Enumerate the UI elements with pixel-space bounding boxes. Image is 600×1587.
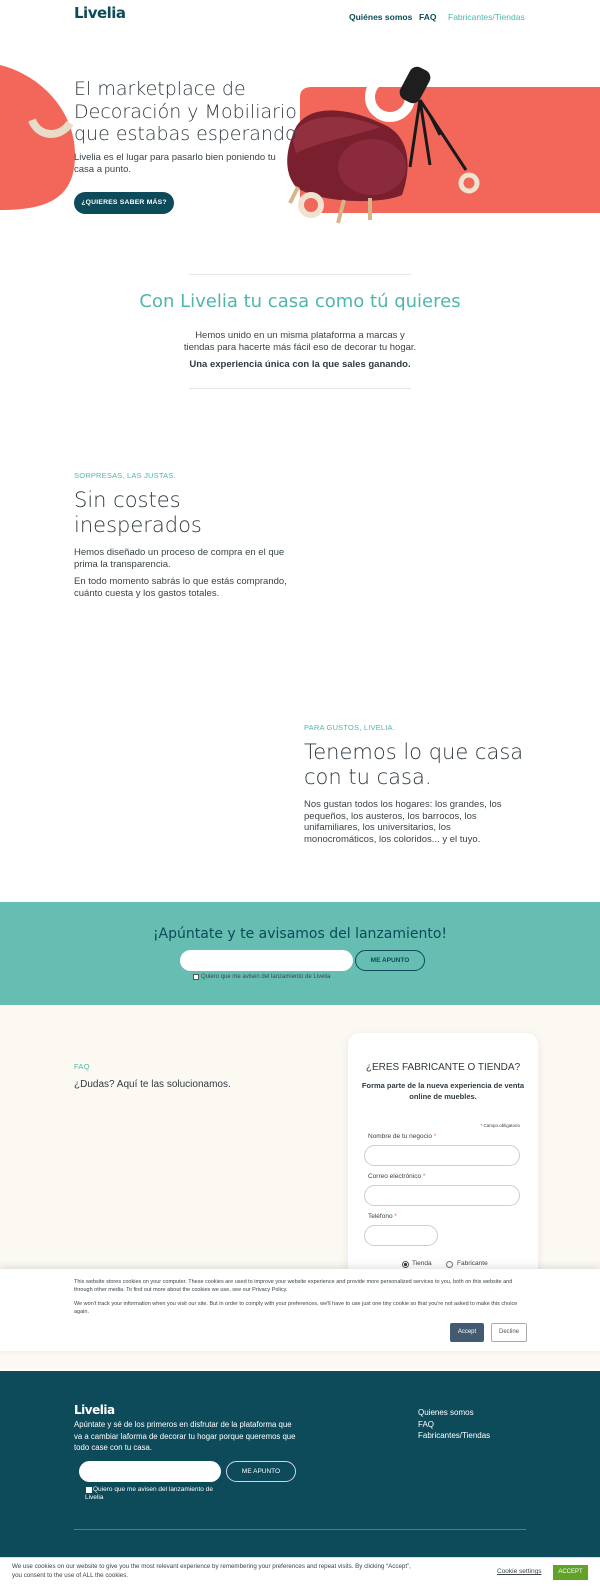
form-required-note: * Campo obligatorio [480,1123,520,1128]
feature1-paragraph-1: Hemos diseñado un proceso de compra en e… [74,547,285,570]
footer-text: Apúntate y sé de los primeros en disfrut… [74,1420,296,1452]
footer-links: Quienes somos FAQ Fabricantes/Tiendas [418,1407,528,1442]
coral-blob-left [0,65,75,210]
footer-email-input[interactable] [79,1461,221,1482]
intro-title: Con Livelia tu casa como tú quieres [139,291,461,312]
signup-form-card: ¿ERES FABRICANTE O TIENDA? Forma parte d… [348,1033,538,1293]
form-title: ¿ERES FABRICANTE O TIENDA? [365,1062,521,1073]
phone-label: Teléfono * [368,1213,397,1220]
email-input[interactable] [364,1185,520,1206]
newsletter-email-input[interactable] [180,950,353,971]
nav-fabricantes-tiendas[interactable]: Fabricantes/Tiendas [448,12,525,22]
page: Livelia Quiénes somos FAQ Fabricantes/Ti… [0,0,600,1587]
intro-divider-bottom [189,388,411,389]
radio-tienda-label: Tienda [412,1260,432,1267]
hero-title: El marketplace de Decoración y Mobiliari… [74,78,297,145]
newsletter-band: ¡Apúntate y te avisamos del lanzamiento!… [0,902,600,1005]
intro-divider-top [189,274,411,275]
main-nav: Quiénes somos FAQ Fabricantes/Tiendas [349,12,529,24]
footer-logo[interactable]: Livelia [74,1403,115,1417]
nav-quienes-somos[interactable]: Quiénes somos [349,12,412,22]
phone-input[interactable] [364,1225,438,1246]
intro-strong-text: Una experiencia única con la que sales g… [189,359,411,370]
intro-text: Hemos unido en un misma plataforma a mar… [183,330,417,353]
newsletter-consent-label: Quiero que me avisen del lanzamiento de … [201,974,331,980]
cookie-panel-text-2: We won't track your information when you… [74,1301,518,1315]
hero-subtitle: Livelia es el lugar para pasarlo bien po… [74,152,276,175]
footer-consent-label: Quiero que me avisen del lanzamiento de … [85,1486,213,1501]
cookie-decline-button[interactable]: Decline [491,1323,527,1342]
footer-link-faq[interactable]: FAQ [418,1419,528,1431]
cookie-bar-text: We use cookies on our website to give yo… [12,1563,411,1579]
feature1-title: Sin costes inesperados [74,488,202,537]
business-name-label: Nombre de tu negocio * [368,1133,437,1140]
feature2-kicker: PARA GUSTOS, LIVELIA. [304,723,396,732]
cookie-panel-text-1: This website stores cookies on your comp… [74,1279,513,1293]
business-name-input[interactable] [364,1145,520,1166]
faq-kicker: FAQ [74,1062,90,1071]
cookie-settings-link[interactable]: Cookie settings [497,1568,541,1575]
cookie-bar-accept-button[interactable]: ACCEPT [553,1565,588,1580]
email-label: Correo electrónico * [368,1173,426,1180]
header-logo[interactable]: Livelia [74,4,126,22]
footer-divider [74,1529,526,1530]
newsletter-submit-button[interactable]: ME APUNTO [355,950,425,971]
nav-faq[interactable]: FAQ [419,12,436,22]
cookie-consent-panel: This website stores cookies on your comp… [0,1269,600,1351]
newsletter-title: ¡Apúntate y te avisamos del lanzamiento! [152,926,448,942]
footer-link-fabricantes[interactable]: Fabricantes/Tiendas [418,1430,528,1442]
footer-link-quienes-somos[interactable]: Quienes somos [418,1407,528,1419]
faq-title: ¿Dudas? Aquí te las solucionamos. [74,1079,231,1090]
footer-submit-button[interactable]: ME APUNTO [226,1461,296,1482]
newsletter-consent-checkbox[interactable] [193,974,199,980]
radio-tienda[interactable] [402,1261,409,1268]
radio-fabricante-label: Fabricante [457,1260,488,1267]
feature1-paragraph-2: En todo momento sabrás lo que estás comp… [74,576,287,599]
cookie-accept-button[interactable]: Accept [450,1323,484,1342]
radio-fabricante[interactable] [446,1261,453,1268]
hero-cta-button[interactable]: ¿QUIERES SABER MÁS? [74,192,174,214]
feature2-title: Tenemos lo que casa con tu casa. [304,740,524,789]
feature2-paragraph: Nos gustan todos los hogares: los grande… [304,799,502,845]
form-subtitle: Forma parte de la nueva experiencia de v… [361,1081,525,1101]
cookie-bar: We use cookies on our website to give yo… [0,1557,600,1587]
footer: Livelia Apúntate y sé de los primeros en… [0,1371,600,1561]
feature1-kicker: SORPRESAS, LAS JUSTAS. [74,471,176,480]
